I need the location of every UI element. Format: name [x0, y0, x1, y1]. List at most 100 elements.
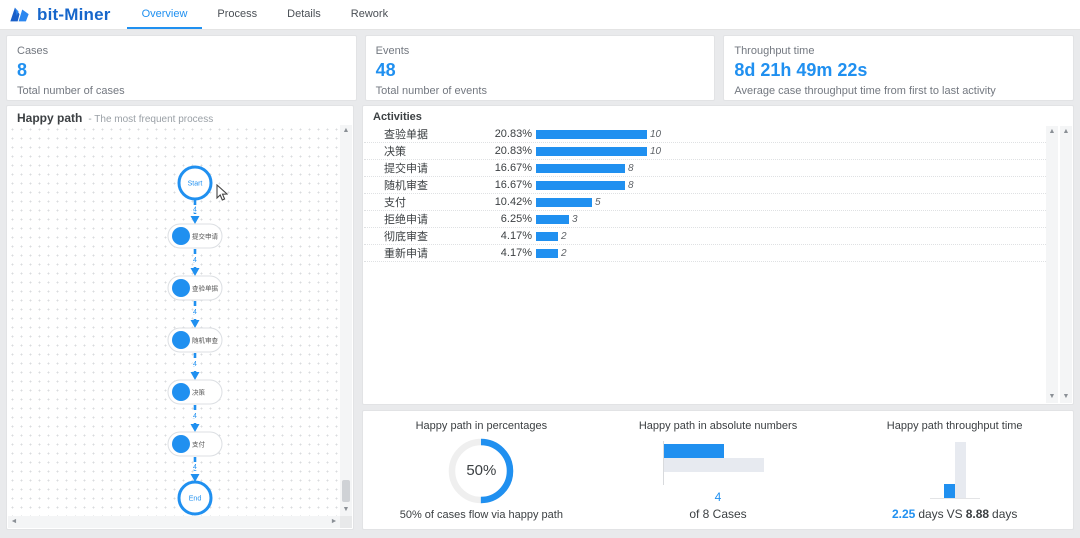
flow-node-activity[interactable]: 支付: [167, 431, 223, 457]
days-unit: days: [918, 507, 944, 521]
stat-throughput-title: Happy path throughput time: [886, 420, 1023, 432]
flow-edge[interactable]: 4: [190, 405, 200, 432]
activity-value: 10: [650, 145, 662, 157]
activity-row[interactable]: 拒绝申请 6.25% 3: [364, 211, 1046, 228]
summary-card: Events 48 Total number of events: [364, 35, 716, 101]
scroll-up-icon[interactable]: ▲: [1060, 126, 1072, 138]
happy-cases-bar: [664, 443, 724, 458]
activity-label: 拒绝申请: [384, 214, 428, 226]
stat-absolute-caption: 4 of 8 Cases: [689, 491, 747, 522]
tab-bar: Overview Process Details Rework: [126, 0, 404, 29]
flow-node-start[interactable]: Start: [177, 165, 213, 201]
summary-card: Throughput time 8d 21h 49m 22s Average cas…: [723, 35, 1075, 101]
activity-label: 随机审查: [384, 180, 428, 192]
stat-absolute: Happy path in absolute numbers 4 of 8 Ca…: [600, 411, 837, 529]
scroll-right-icon[interactable]: ►: [328, 516, 340, 528]
card-description: Total number of cases: [17, 85, 125, 97]
flow-edge[interactable]: 4: [190, 457, 200, 482]
card-value: 48: [375, 60, 396, 80]
scroll-up-icon[interactable]: ▲: [340, 125, 352, 137]
scroll-down-icon[interactable]: ▼: [340, 504, 352, 516]
tab-rework[interactable]: Rework: [336, 0, 403, 29]
edge-frequency-label: 4: [193, 361, 197, 368]
flow-node-activity[interactable]: 决策: [167, 379, 223, 405]
activity-percent: 20.83%: [494, 145, 532, 157]
flow-edge[interactable]: 4: [190, 353, 200, 380]
scrollbar-thumb[interactable]: [342, 480, 350, 502]
mouse-cursor: [216, 183, 229, 202]
happy-path-stats-panel: Happy path in percentages 50% 50% of cas…: [362, 410, 1074, 530]
activities-rows: 查验单据 20.83% 10 决策 20.83% 10 提交申请 16.67% 8 随机审查 16.…: [364, 126, 1046, 403]
happy-path-diagram[interactable]: 4 4 4 4 4 4 Start 提交申请查验单据随机审查决策支付 End: [8, 125, 340, 516]
days-unit: days: [992, 507, 1018, 521]
edge-frequency-label: 4: [193, 309, 197, 316]
scroll-down-icon[interactable]: ▼: [1046, 391, 1058, 403]
logo-icon: [8, 4, 31, 26]
edge-frequency-label: 4: [193, 464, 197, 471]
stat-percentages-caption: 50% of cases flow via happy path: [399, 509, 563, 521]
flow-node-activity[interactable]: 随机审查: [167, 327, 223, 353]
vs-label: VS: [946, 507, 963, 521]
scroll-up-icon[interactable]: ▲: [1046, 126, 1058, 138]
activity-label: 决策: [384, 146, 406, 158]
tab-details[interactable]: Details: [272, 0, 336, 29]
card-label: Throughput time: [734, 45, 815, 57]
happy-path-horizontal-scrollbar[interactable]: ◄ ►: [8, 516, 340, 528]
scroll-down-icon[interactable]: ▼: [1060, 391, 1072, 403]
activities-outer-scrollbar[interactable]: ▲ ▼: [1060, 126, 1072, 403]
activity-percent: 16.67%: [494, 179, 532, 191]
activities-panel: Activities 查验单据 20.83% 10 决策 20.83% 10 提交申请 16.…: [362, 105, 1074, 405]
tab-overview[interactable]: Overview: [126, 0, 203, 29]
activity-value: 3: [572, 213, 578, 225]
flow-node-end[interactable]: End: [177, 480, 213, 516]
activity-row[interactable]: 随机审查 16.67% 8: [364, 177, 1046, 194]
total-cases-label: of 8 Cases: [689, 507, 747, 521]
svg-text:Start: Start: [188, 181, 203, 188]
stat-percentages-title: Happy path in percentages: [415, 420, 548, 432]
flow-edge[interactable]: 4: [190, 200, 200, 224]
card-label: Events: [375, 45, 410, 57]
activity-bar: [536, 197, 592, 207]
stat-throughput-caption: 2.25 days VS 8.88 days: [892, 507, 1017, 521]
svg-text:支付: 支付: [192, 440, 206, 449]
activity-label: 查验单据: [384, 129, 428, 141]
activity-value: 10: [650, 128, 662, 140]
activity-bar: [536, 146, 647, 156]
happy-path-donut-chart: 50%: [445, 435, 517, 507]
activity-row[interactable]: 彻底审查 4.17% 2: [364, 228, 1046, 245]
tab-process[interactable]: Process: [202, 0, 272, 29]
flow-node-activity[interactable]: 提交申请: [167, 223, 223, 249]
activity-percent: 4.17%: [500, 247, 532, 259]
scroll-left-icon[interactable]: ◄: [8, 516, 20, 528]
activity-row[interactable]: 提交申请 16.67% 8: [364, 160, 1046, 177]
activity-row[interactable]: 决策 20.83% 10: [364, 143, 1046, 160]
svg-text:End: End: [189, 496, 202, 503]
activity-row[interactable]: 查验单据 20.83% 10: [364, 126, 1046, 143]
card-description: Total number of events: [375, 85, 487, 97]
flow-edge[interactable]: 4: [190, 301, 200, 328]
total-days-value: 8.88: [965, 507, 990, 521]
stat-percentages: Happy path in percentages 50% 50% of cas…: [363, 411, 600, 529]
activity-row[interactable]: 重新申请 4.17% 2: [364, 245, 1046, 262]
brand: bit-Miner: [0, 0, 111, 29]
happy-path-title: Happy path: [17, 111, 83, 125]
scrollbar-corner: [340, 516, 352, 528]
activity-bar: [536, 163, 625, 173]
activities-inner-scrollbar[interactable]: ▲ ▼: [1046, 126, 1058, 403]
happy-path-vertical-scrollbar[interactable]: ▲ ▼: [340, 125, 352, 516]
activity-label: 彻底审查: [384, 231, 428, 243]
summary-cards: Cases 8 Total number of cases Events 48 Total…: [6, 35, 1075, 101]
flow-edge[interactable]: 4: [190, 249, 200, 276]
activity-label: 支付: [384, 197, 406, 209]
activity-percent: 16.67%: [494, 162, 532, 174]
svg-text:提交申请: 提交申请: [192, 232, 219, 241]
app-header: bit-Miner Overview Process Details Rework: [0, 0, 1080, 30]
flow-node-activity[interactable]: 查验单据: [167, 275, 223, 301]
activity-bar: [536, 231, 558, 241]
stat-throughput: Happy path throughput time 2.25 days VS 8.8…: [836, 411, 1073, 529]
activity-value: 2: [561, 230, 567, 242]
summary-card: Cases 8 Total number of cases: [6, 35, 357, 101]
edge-frequency-label: 4: [193, 257, 197, 264]
activity-row[interactable]: 支付 10.42% 5: [364, 194, 1046, 211]
svg-text:决策: 决策: [192, 388, 206, 397]
